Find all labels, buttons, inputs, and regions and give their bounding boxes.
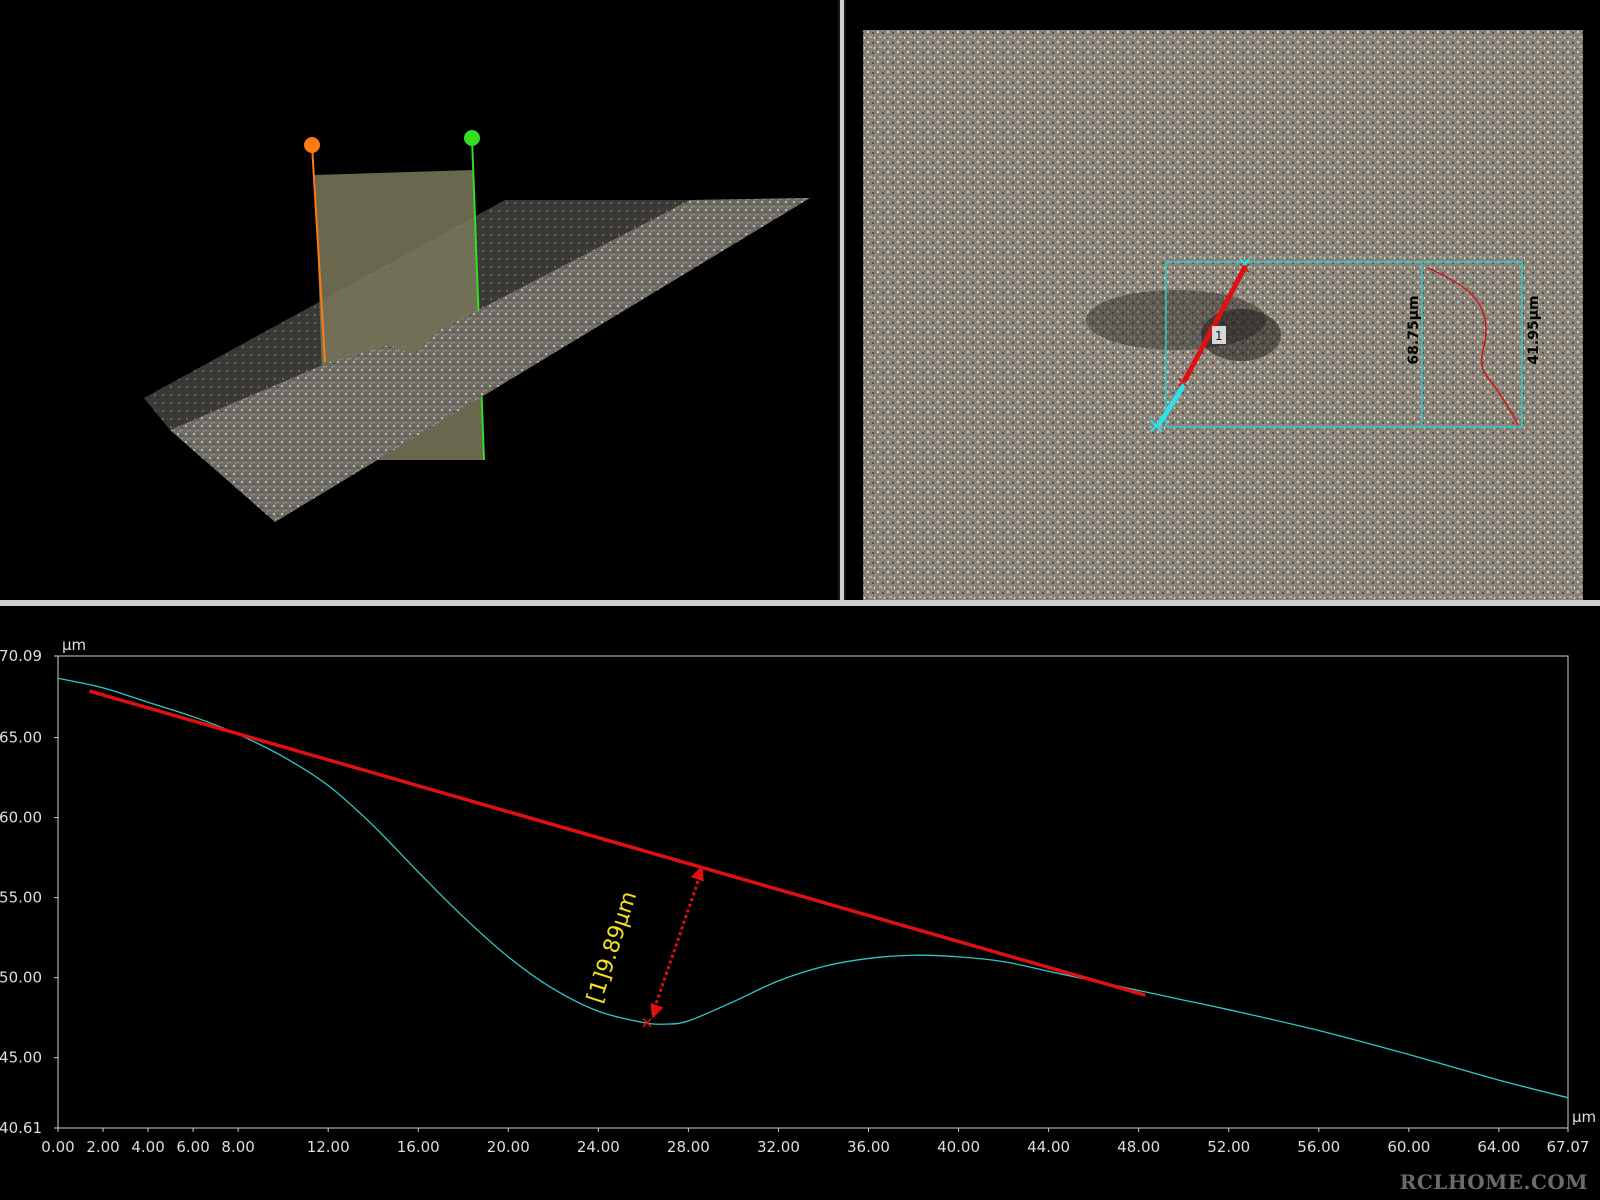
y-tick-label: 55.00 [0,889,42,907]
x-tick-label: 24.00 [577,1138,620,1156]
x-tick-label: 52.00 [1207,1138,1250,1156]
x-tick-label: 32.00 [757,1138,800,1156]
y-tick-label: 50.00 [0,969,42,987]
3d-view-panel[interactable]: orange-dot-icon green-dot-icon [0,0,838,600]
depth-measure-arrow[interactable] [650,869,704,1015]
depth-value-label: [1]9.89µm [583,888,642,1006]
profile-chart-panel[interactable]: 70.09 65.00 60.00 55.00 50.00 45.00 40.61 0.00… [0,606,1600,1200]
x-axis-unit: µm [1572,1108,1596,1126]
y-axis-unit: µm [62,636,86,654]
plot-area[interactable] [57,655,1569,1129]
y-tick-label: 45.00 [0,1049,42,1067]
arrow-head-up-icon [690,865,704,882]
ref-cross-icon-1[interactable]: ✕ [1176,373,1189,392]
y-tick-label: 65.00 [0,728,42,746]
x-tick-label: 36.00 [847,1138,890,1156]
x-tick-label: 2.00 [86,1138,119,1156]
x-tick-label: 48.00 [1117,1138,1160,1156]
profile-curve[interactable] [57,677,1569,1099]
x-tick-label: 4.00 [131,1138,164,1156]
x-tick-label: 67.07 [1547,1138,1590,1156]
x-tick-label: 6.00 [176,1138,209,1156]
x-tick-label: 44.00 [1027,1138,1070,1156]
3d-surface-view[interactable]: orange-dot-icon green-dot-icon [0,0,838,600]
vertical-splitter[interactable] [838,0,846,600]
start-cross-icon[interactable]: ✕ [1147,415,1165,440]
section-start-handle[interactable]: orange-dot-icon [304,137,320,153]
x-tick-label: 56.00 [1297,1138,1340,1156]
optical-image-view[interactable]: ✕ ✕ ✕ ✕ ✕ 1 68.75µm 41.95µm [846,0,1600,600]
marker-label[interactable]: 1 [1215,329,1223,343]
y-tick-label: 40.61 [0,1119,42,1137]
y-axis-ticks: 70.09 65.00 60.00 55.00 50.00 45.00 40.61 [0,647,58,1137]
x-tick-label: 0.00 [41,1138,74,1156]
optical-image-panel[interactable]: ✕ ✕ ✕ ✕ ✕ 1 68.75µm 41.95µm [846,0,1600,600]
x-tick-label: 40.00 [937,1138,980,1156]
box-depth-label: 41.95µm [1526,295,1542,364]
x-tick-label: 8.00 [221,1138,254,1156]
section-end-handle[interactable]: green-dot-icon [464,130,480,146]
x-tick-label: 12.00 [307,1138,350,1156]
ref-cross-icon-2[interactable]: ✕ [1238,259,1251,278]
x-tick-label: 28.00 [667,1138,710,1156]
x-tick-label: 64.00 [1477,1138,1520,1156]
x-axis-ticks: 0.00 2.00 4.00 6.00 8.00 12.00 16.00 20.00 24.00… [41,1128,1589,1156]
x-tick-label: 20.00 [487,1138,530,1156]
box-height-label: 68.75µm [1406,295,1422,364]
x-tick-label: 16.00 [397,1138,440,1156]
watermark: RCLHOME.COM [1399,1170,1588,1194]
x-tick-label: 60.00 [1387,1138,1430,1156]
profile-chart[interactable]: 70.09 65.00 60.00 55.00 50.00 45.00 40.61 0.00… [0,606,1600,1200]
y-tick-label: 60.00 [0,809,42,827]
depth-point-cross-icon[interactable]: ✕ [640,1013,653,1032]
y-tick-label: 70.09 [0,647,42,665]
